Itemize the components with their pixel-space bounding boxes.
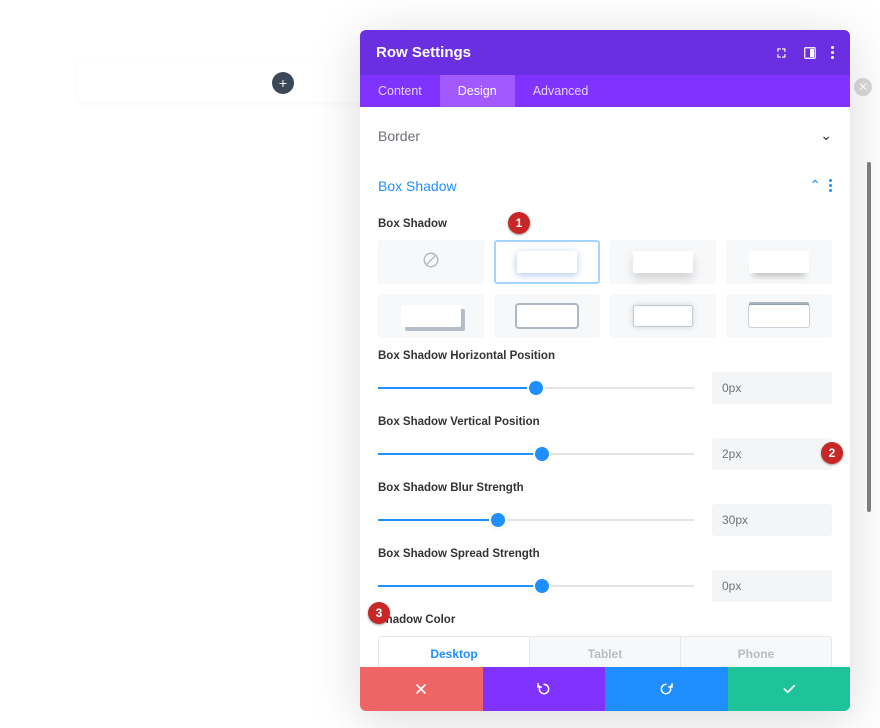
preset-preview: [633, 251, 693, 273]
slider-v-position[interactable]: [378, 442, 694, 466]
panel-footer: [360, 667, 850, 711]
none-icon: [422, 251, 440, 274]
page-close-icon[interactable]: ✕: [854, 78, 872, 96]
undo-button[interactable]: [483, 667, 606, 711]
annotation-2: 2: [821, 442, 843, 464]
slider-blur[interactable]: [378, 508, 694, 532]
device-desktop[interactable]: Desktop: [379, 637, 529, 667]
section-border-title: Border: [378, 128, 420, 144]
slider-fill: [378, 519, 498, 521]
check-icon: [781, 681, 797, 697]
tab-design[interactable]: Design: [440, 75, 515, 107]
section-box-shadow[interactable]: Box Shadow ⌃: [378, 157, 832, 206]
preset-3[interactable]: [726, 240, 832, 284]
slider-spread[interactable]: [378, 574, 694, 598]
panel-header: Row Settings: [360, 30, 850, 75]
preset-preview: [633, 305, 693, 327]
label-box-shadow: Box Shadow: [378, 218, 832, 230]
slider-thumb[interactable]: [535, 447, 549, 461]
tab-advanced[interactable]: Advanced: [515, 75, 607, 107]
row-blur: 30px: [378, 504, 832, 536]
annotation-1: 1: [508, 212, 530, 234]
label-blur: Box Shadow Blur Strength: [378, 482, 832, 494]
panel-title: Row Settings: [376, 44, 471, 61]
chevron-down-icon: ⌄: [820, 127, 832, 144]
slider-h-position[interactable]: [378, 376, 694, 400]
preset-preview: [517, 251, 577, 273]
slider-fill: [378, 585, 542, 587]
preset-2[interactable]: [610, 240, 716, 284]
undo-icon: [536, 681, 552, 697]
preset-6[interactable]: [610, 294, 716, 338]
chevron-up-icon: ⌃: [809, 177, 821, 194]
expand-icon[interactable]: [775, 46, 789, 60]
label-spread: Box Shadow Spread Strength: [378, 548, 832, 560]
preset-preview: [517, 305, 577, 327]
kebab-icon[interactable]: [831, 46, 834, 59]
slider-thumb[interactable]: [491, 513, 505, 527]
redo-icon: [658, 681, 674, 697]
row-h-position: 0px: [378, 372, 832, 404]
confirm-button[interactable]: [728, 667, 851, 711]
snap-icon[interactable]: [803, 46, 817, 60]
section-options-icon[interactable]: [829, 179, 832, 192]
slider-thumb[interactable]: [529, 381, 543, 395]
add-row-button[interactable]: +: [272, 72, 294, 94]
redo-button[interactable]: [605, 667, 728, 711]
panel-body: Border ⌄ Box Shadow ⌃ Box Shadow Box Sha…: [360, 107, 850, 667]
section-box-shadow-title: Box Shadow: [378, 178, 457, 194]
row-spread: 0px: [378, 570, 832, 602]
section-border[interactable]: Border ⌄: [378, 107, 832, 157]
label-h-position: Box Shadow Horizontal Position: [378, 350, 832, 362]
label-v-position: Box Shadow Vertical Position: [378, 416, 832, 428]
preset-4[interactable]: [378, 294, 484, 338]
device-tablet[interactable]: Tablet: [529, 637, 680, 667]
panel-tabs: Content Design Advanced: [360, 75, 850, 107]
slider-thumb[interactable]: [535, 579, 549, 593]
value-blur[interactable]: 30px: [712, 504, 832, 536]
annotation-3: 3: [368, 602, 390, 624]
value-v-position[interactable]: 2px: [712, 438, 832, 470]
row-v-position: 2px: [378, 438, 832, 470]
value-spread[interactable]: 0px: [712, 570, 832, 602]
shadow-presets: [378, 240, 832, 338]
preset-preview: [401, 305, 461, 327]
label-color: Shadow Color: [378, 614, 832, 626]
preset-5[interactable]: [494, 294, 600, 338]
row-settings-panel: Row Settings Content Design Advanced Bor…: [360, 30, 850, 711]
device-phone[interactable]: Phone: [680, 637, 831, 667]
header-actions: [775, 46, 834, 60]
preset-preview: [749, 305, 809, 327]
tab-content[interactable]: Content: [360, 75, 440, 107]
cancel-button[interactable]: [360, 667, 483, 711]
close-icon: [413, 681, 429, 697]
value-h-position[interactable]: 0px: [712, 372, 832, 404]
preset-none[interactable]: [378, 240, 484, 284]
scrollbar[interactable]: [867, 162, 871, 512]
preset-preview: [749, 251, 809, 273]
slider-fill: [378, 387, 536, 389]
device-tabs: Desktop Tablet Phone: [378, 636, 832, 667]
slider-fill: [378, 453, 542, 455]
preset-1[interactable]: [494, 240, 600, 284]
plus-icon: +: [279, 76, 287, 90]
preset-7[interactable]: [726, 294, 832, 338]
